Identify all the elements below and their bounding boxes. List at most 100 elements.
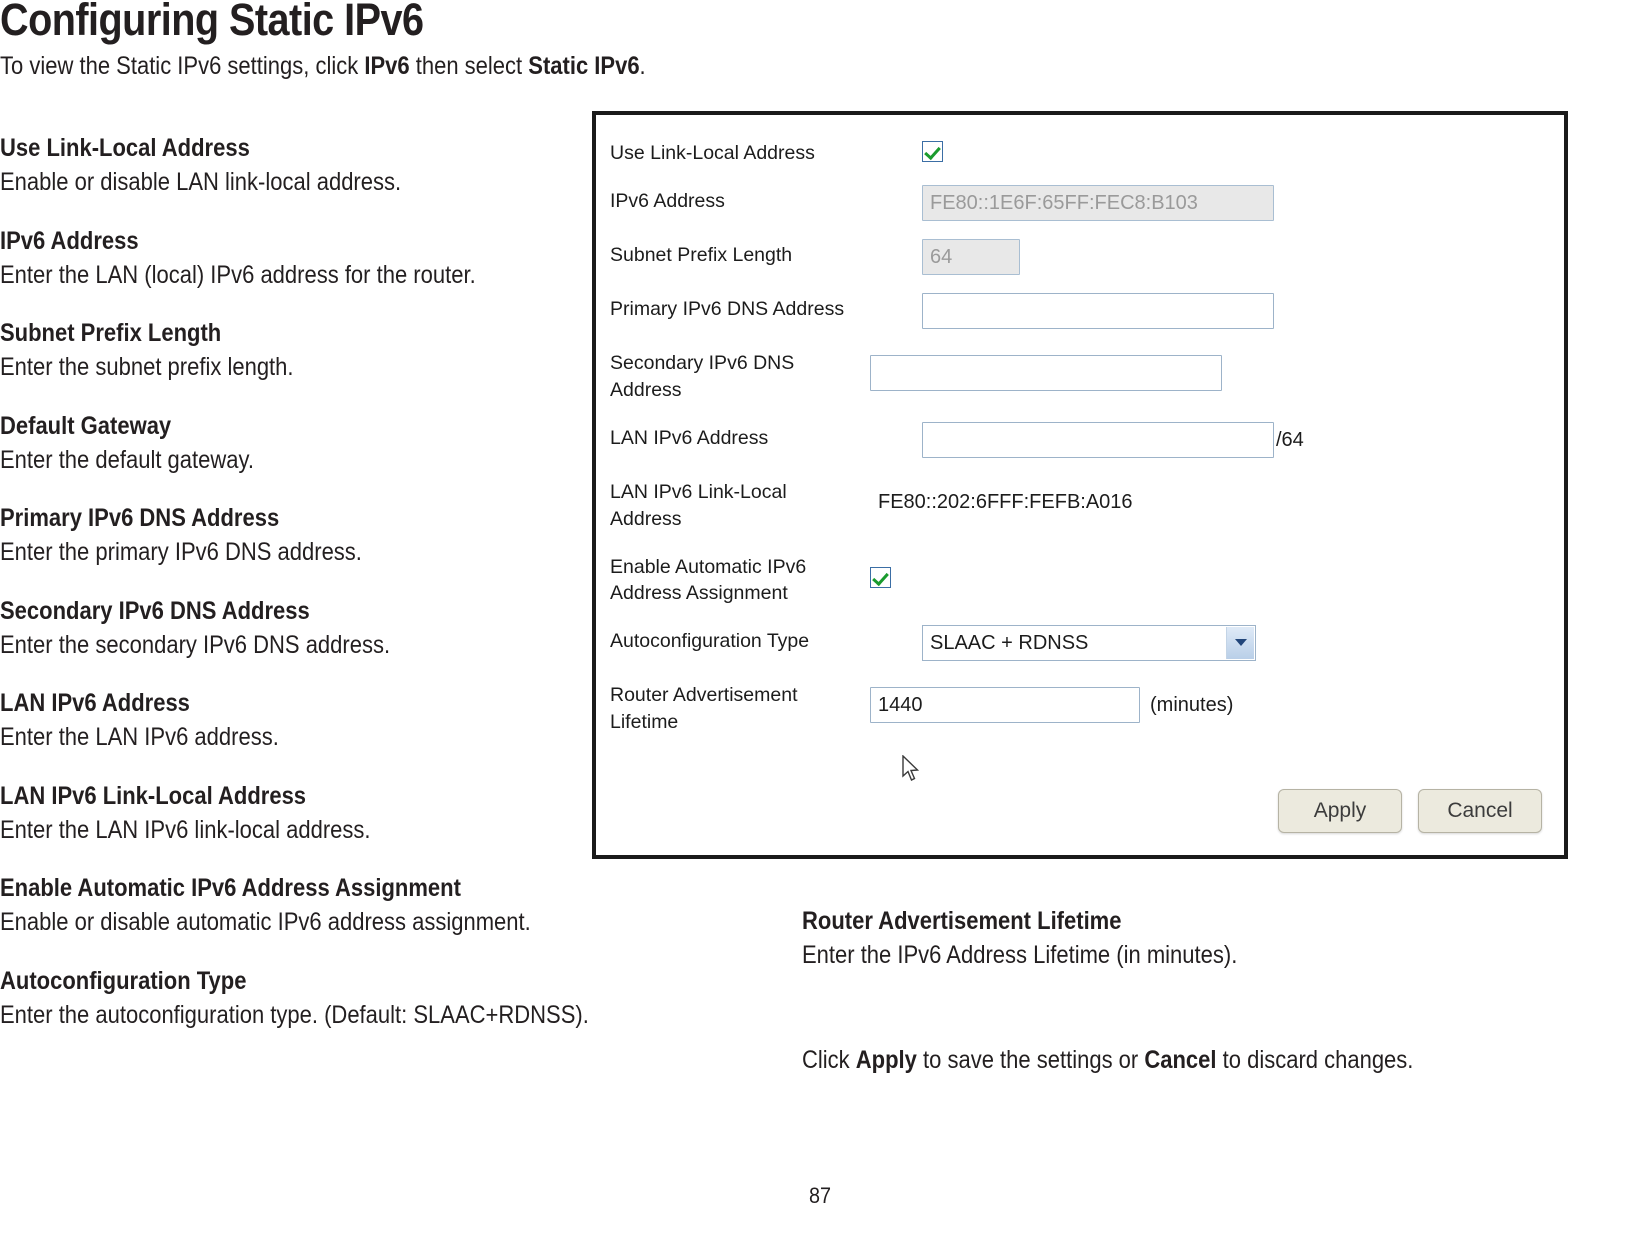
field-label: Secondary IPv6 DNS Address (610, 347, 870, 404)
definition-description: Enter the LAN (local) IPv6 address for t… (0, 260, 476, 289)
field-control: FE80::1E6F:65FF:FEC8:B103 (922, 184, 1564, 221)
use-link-local-checkbox[interactable] (922, 141, 943, 162)
definition-entry: Default Gateway Enter the default gatewa… (0, 410, 600, 477)
intro-bold-static-ipv6: Static IPv6 (528, 52, 640, 80)
definition-entry: LAN IPv6 Link-Local Address Enter the LA… (0, 780, 600, 847)
form-row-use-link-local: Use Link-Local Address (596, 137, 1564, 167)
definition-term: Primary IPv6 DNS Address (0, 504, 280, 532)
intro-sentence: To view the Static IPv6 settings, click … (0, 52, 646, 81)
definition-term: LAN IPv6 Link-Local Address (0, 781, 307, 810)
definition-description: Enter the subnet prefix length. (0, 353, 294, 381)
form-row-subnet-prefix: Subnet Prefix Length 64 (596, 238, 1564, 275)
page-title: Configuring Static IPv6 (0, 0, 424, 45)
field-label: Router Advertisement Lifetime (610, 679, 870, 736)
left-definition-column: Use Link-Local Address Enable or disable… (0, 132, 600, 1031)
definition-description: Enable or disable LAN link-local address… (0, 168, 402, 196)
chevron-down-icon[interactable] (1226, 627, 1254, 660)
field-control: 1440 (minutes) (870, 679, 1564, 724)
lan-ipv6-link-local-value: FE80::202:6FFF:FEFB:A016 (878, 490, 1133, 513)
field-label: IPv6 Address (610, 189, 725, 212)
definition-term: LAN IPv6 Address (0, 689, 190, 717)
definition-description: Enable or disable automatic IPv6 address… (0, 908, 531, 936)
form-row-ipv6-address: IPv6 Address FE80::1E6F:65FF:FEC8:B103 (596, 184, 1564, 221)
apply-button[interactable]: Apply (1278, 789, 1402, 833)
router-advertisement-lifetime-input[interactable]: 1440 (870, 687, 1140, 724)
subnet-prefix-length-input: 64 (922, 238, 1020, 275)
form-row-lan-link-local: LAN IPv6 Link-Local Address FE80::202:6F… (596, 476, 1564, 533)
closing-text-3: to discard changes. (1216, 1045, 1414, 1074)
intro-text-1: To view the Static IPv6 settings, click (0, 52, 365, 80)
definition-entry: Subnet Prefix Length Enter the subnet pr… (0, 317, 600, 384)
form-row-auto-assignment: Enable Automatic IPv6 Address Assignment (596, 551, 1564, 608)
definition-description: Enter the primary IPv6 DNS address. (0, 538, 362, 566)
closing-bold-apply: Apply (855, 1045, 917, 1074)
definition-term: Use Link-Local Address (0, 134, 250, 162)
field-control: /64 (922, 421, 1564, 458)
form-row-ra-lifetime: Router Advertisement Lifetime 1440 (minut… (596, 679, 1564, 736)
field-control: 64 (922, 238, 1564, 275)
definition-entry: Router Advertisement Lifetime Enter the … (802, 905, 1592, 972)
field-control (870, 551, 1564, 588)
router-settings-screenshot: Use Link-Local Address IPv6 Address FE80… (592, 111, 1568, 859)
mouse-cursor-icon (902, 755, 920, 781)
primary-ipv6-dns-input[interactable] (922, 292, 1274, 329)
lan-ipv6-address-input[interactable] (922, 421, 1274, 458)
autoconfiguration-type-select[interactable]: SLAAC + RDNSS (922, 625, 1256, 662)
field-label-text: Secondary IPv6 DNS Address (610, 351, 795, 401)
definition-term: Default Gateway (0, 411, 172, 440)
intro-text-3: . (639, 52, 646, 80)
intro-bold-ipv6: IPv6 (364, 52, 410, 80)
definition-term: Enable Automatic IPv6 Address Assignment (0, 874, 461, 902)
definition-entry: IPv6 Address Enter the LAN (local) IPv6 … (0, 225, 600, 292)
definition-entry: Primary IPv6 DNS Address Enter the prima… (0, 502, 600, 569)
page-number: 87 (808, 1183, 832, 1208)
definition-description: Enter the LAN IPv6 link-local address. (0, 815, 371, 844)
definition-description: Enter the autoconfiguration type. (Defau… (0, 1000, 589, 1029)
field-label: LAN IPv6 Address (610, 426, 769, 449)
field-control: SLAAC + RDNSS (922, 625, 1564, 662)
lan-ipv6-prefix-suffix: /64 (1276, 428, 1304, 451)
definition-entry: Use Link-Local Address Enable or disable… (0, 132, 600, 199)
form-row-lan-ipv6-address: LAN IPv6 Address /64 (596, 421, 1564, 458)
field-label-text: Enable Automatic IPv6 Address Assignment (610, 555, 807, 605)
definition-entry: Autoconfiguration Type Enter the autocon… (0, 965, 600, 1032)
definition-description: Enter the default gateway. (0, 445, 254, 474)
definition-entry: Enable Automatic IPv6 Address Assignment… (0, 872, 600, 939)
field-control (922, 292, 1564, 329)
secondary-ipv6-dns-input[interactable] (870, 354, 1222, 391)
field-label: Subnet Prefix Length (610, 243, 793, 266)
field-label: Primary IPv6 DNS Address (610, 297, 845, 320)
enable-automatic-ipv6-checkbox[interactable] (870, 566, 891, 588)
definition-entry: LAN IPv6 Address Enter the LAN IPv6 addr… (0, 687, 600, 754)
ra-lifetime-units: (minutes) (1150, 694, 1234, 717)
closing-text-1: Click (802, 1045, 856, 1074)
closing-bold-cancel: Cancel (1144, 1045, 1217, 1074)
definition-description: Enter the IPv6 Address Lifetime (in minu… (802, 941, 1238, 969)
cancel-button[interactable]: Cancel (1418, 789, 1542, 833)
manual-page: Configuring Static IPv6 To view the Stat… (0, 0, 1640, 1239)
definition-term: Autoconfiguration Type (0, 966, 247, 995)
right-definition-column: Router Advertisement Lifetime Enter the … (802, 905, 1592, 1076)
definition-description: Enter the secondary IPv6 DNS address. (0, 630, 391, 659)
field-label: Autoconfiguration Type (610, 630, 810, 653)
form-buttons: Apply Cancel (1278, 789, 1542, 833)
form-row-primary-dns: Primary IPv6 DNS Address (596, 292, 1564, 329)
autoconfiguration-type-value: SLAAC + RDNSS (930, 632, 1089, 655)
definition-term: Secondary IPv6 DNS Address (0, 596, 310, 625)
definition-term: Router Advertisement Lifetime (802, 907, 1122, 935)
definition-term: IPv6 Address (0, 226, 139, 255)
field-control (870, 347, 1564, 391)
closing-text-2: to save the settings or (916, 1045, 1145, 1074)
field-label: Enable Automatic IPv6 Address Assignment (610, 551, 870, 608)
field-label: LAN IPv6 Link-Local Address (610, 476, 870, 533)
definition-entry: Secondary IPv6 DNS Address Enter the sec… (0, 595, 600, 662)
closing-sentence: Click Apply to save the settings or Canc… (802, 1044, 1497, 1077)
ipv6-address-input: FE80::1E6F:65FF:FEC8:B103 (922, 184, 1274, 221)
definition-term: Subnet Prefix Length (0, 319, 222, 347)
field-label: Use Link-Local Address (610, 142, 815, 164)
form-row-autoconfiguration-type: Autoconfiguration Type SLAAC + RDNSS (596, 625, 1564, 662)
field-label-text: LAN IPv6 Link-Local Address (610, 480, 787, 530)
field-control (922, 137, 1564, 162)
form-row-secondary-dns: Secondary IPv6 DNS Address (596, 347, 1564, 404)
